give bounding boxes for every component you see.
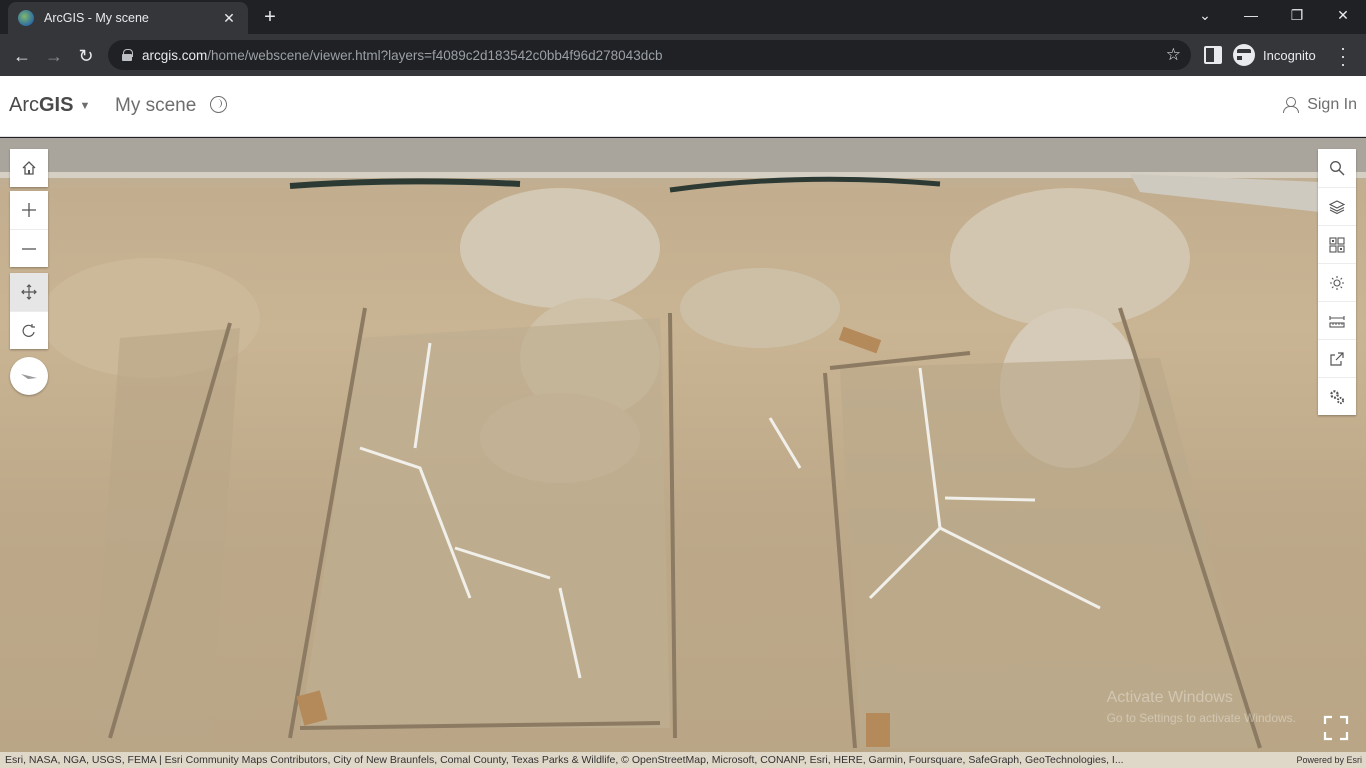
- zoom-out-icon: [22, 247, 36, 250]
- forward-button[interactable]: →: [40, 42, 68, 70]
- incognito-icon: [1233, 44, 1261, 66]
- navigation-toggle: [10, 273, 48, 349]
- right-toolbar: [1318, 149, 1356, 415]
- tab-search-chevron-icon[interactable]: ⌄: [1182, 0, 1228, 30]
- incognito-label: Incognito: [1263, 47, 1316, 63]
- arcgis-header: Arc GIS ▼ My scene Sign In: [0, 76, 1366, 137]
- browser-menu-icon[interactable]: · · ·: [1336, 39, 1350, 73]
- home-widget: [10, 149, 48, 187]
- scene-view[interactable]: Activate Windows Go to Settings to activ…: [0, 138, 1366, 768]
- arcgis-favicon-icon: [18, 10, 34, 26]
- sign-in-label: Sign In: [1307, 96, 1357, 113]
- close-window-button[interactable]: ✕: [1320, 0, 1366, 30]
- incognito-indicator[interactable]: Incognito: [1233, 42, 1316, 68]
- restore-button[interactable]: ❐: [1274, 0, 1320, 30]
- home-icon: [22, 161, 36, 175]
- layers-button[interactable]: [1318, 187, 1356, 225]
- settings-button[interactable]: [1318, 377, 1356, 415]
- bookmark-star-icon[interactable]: ☆: [1166, 45, 1181, 65]
- measure-button[interactable]: [1318, 301, 1356, 339]
- brand-bold: GIS: [39, 94, 74, 116]
- fullscreen-button[interactable]: [1318, 710, 1354, 746]
- browser-tab[interactable]: ArcGIS - My scene ✕: [8, 2, 248, 34]
- minimize-button[interactable]: —: [1228, 0, 1274, 30]
- powered-by-esri[interactable]: Powered by Esri: [1296, 753, 1362, 767]
- basemap-gallery-button[interactable]: [1318, 225, 1356, 263]
- compass-button[interactable]: [10, 357, 48, 395]
- back-button[interactable]: ←: [8, 42, 36, 70]
- new-tab-button[interactable]: +: [258, 6, 282, 30]
- address-bar[interactable]: arcgis.com/home/webscene/viewer.html?lay…: [108, 40, 1191, 70]
- user-icon: [1283, 97, 1300, 113]
- sign-in-button[interactable]: Sign In: [1283, 96, 1357, 114]
- measure-icon: [1329, 315, 1345, 328]
- side-panel-icon[interactable]: [1204, 46, 1222, 64]
- watermark-subtitle: Go to Settings to activate Windows.: [1106, 711, 1296, 725]
- scene-title: My scene: [115, 95, 197, 116]
- share-button[interactable]: [1318, 339, 1356, 377]
- pan-button[interactable]: [10, 273, 48, 311]
- aerial-imagery: [0, 138, 1366, 749]
- watermark-title: Activate Windows: [1106, 689, 1233, 706]
- search-button[interactable]: [1318, 149, 1356, 187]
- arcgis-app-switcher[interactable]: Arc GIS ▼: [9, 94, 90, 117]
- zoom-in-button[interactable]: [10, 191, 48, 229]
- basemap-gallery-icon: [1329, 236, 1345, 253]
- daylight-icon: [1330, 275, 1344, 290]
- zoom-in-icon: [22, 203, 36, 217]
- close-tab-icon[interactable]: ✕: [220, 10, 238, 27]
- share-icon: [1330, 351, 1344, 366]
- zoom-out-button[interactable]: [10, 229, 48, 267]
- globe-icon[interactable]: [210, 96, 227, 113]
- url-host: arcgis.com: [142, 47, 208, 63]
- windows-activation-watermark: Activate Windows Go to Settings to activ…: [1107, 688, 1296, 728]
- lock-icon[interactable]: [122, 49, 133, 61]
- chevron-down-icon: ▼: [79, 99, 91, 112]
- browser-tab-strip: ArcGIS - My scene ✕ + ⌄ — ❐ ✕: [0, 0, 1366, 34]
- brand-regular: Arc: [9, 94, 39, 116]
- pan-icon: [21, 284, 37, 300]
- map-attribution[interactable]: Esri, NASA, NGA, USGS, FEMA | Esri Commu…: [0, 752, 1366, 768]
- rotate-icon: [22, 323, 35, 337]
- zoom-widget: [10, 191, 48, 267]
- browser-toolbar: ← → ↻ arcgis.com/home/webscene/viewer.ht…: [0, 34, 1366, 76]
- url-text: arcgis.com/home/webscene/viewer.html?lay…: [142, 48, 662, 63]
- tab-title: ArcGIS - My scene: [44, 11, 149, 25]
- search-icon: [1330, 161, 1345, 176]
- compass-icon: [21, 374, 37, 379]
- url-path: /home/webscene/viewer.html?layers=f4089c…: [207, 47, 663, 63]
- reload-button[interactable]: ↻: [72, 42, 100, 70]
- layers-icon: [1329, 199, 1345, 214]
- daylight-button[interactable]: [1318, 263, 1356, 301]
- settings-icon: [1330, 389, 1345, 404]
- fullscreen-icon: [1323, 715, 1349, 741]
- rotate-button[interactable]: [10, 311, 48, 349]
- home-button[interactable]: [10, 149, 48, 187]
